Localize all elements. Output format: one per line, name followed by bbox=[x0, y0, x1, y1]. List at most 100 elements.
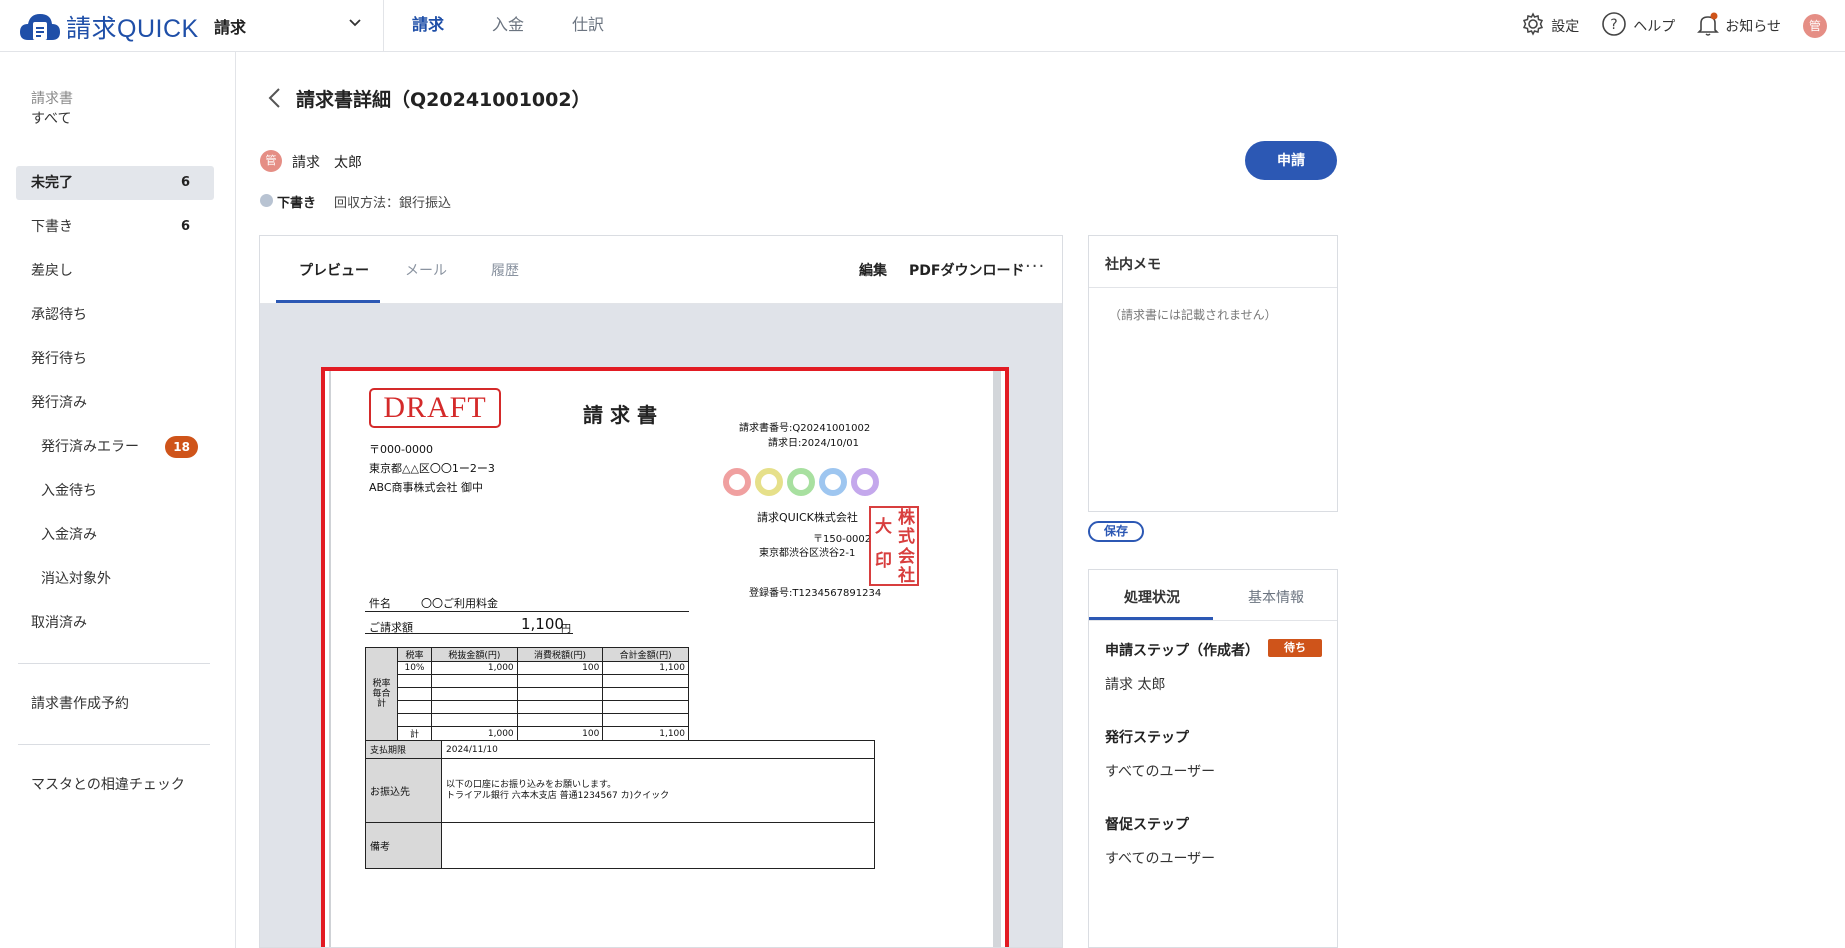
sidebar-item-returned[interactable]: 差戻し bbox=[16, 254, 214, 288]
logo-text: 請求QUICK bbox=[66, 15, 199, 43]
sidebar-item-draft[interactable]: 下書き 6 bbox=[16, 210, 214, 244]
seal-char: 印 bbox=[875, 551, 892, 571]
payment-info-table: 支払期限 2024/11/10 お振込先 以下の口座にお振り込みをお願いします。… bbox=[365, 740, 875, 869]
document-highlight-frame: DRAFT 請求書 請求書番号:Q20241001002 請求日:2024/10… bbox=[321, 367, 1009, 947]
apply-button[interactable]: 申請 bbox=[1245, 141, 1337, 180]
preview-panel: プレビュー メール 履歴 編集 PDFダウンロード ··· DRAFT 請求書 … bbox=[259, 235, 1063, 948]
notifications-label: お知らせ bbox=[1725, 19, 1781, 35]
back-arrow-icon[interactable] bbox=[265, 86, 285, 114]
sidebar-count: 6 bbox=[180, 219, 190, 234]
nav-tab-journal[interactable]: 仕訳 bbox=[548, 0, 628, 52]
sidebar-item-issued-error[interactable]: 発行済みエラー 18 bbox=[16, 430, 214, 464]
settings-label: 設定 bbox=[1551, 19, 1580, 35]
sidebar-item-paid[interactable]: 入金済み bbox=[16, 518, 214, 552]
seal-char: 式 bbox=[898, 527, 915, 547]
sidebar-item-label: 発行済み bbox=[31, 395, 87, 411]
more-options-icon[interactable]: ··· bbox=[1025, 256, 1045, 277]
seal-char: 大 bbox=[875, 517, 892, 537]
collection-method: 回収方法：銀行振込 bbox=[334, 196, 452, 211]
nav-tab-invoice[interactable]: 請求 bbox=[388, 0, 468, 52]
svg-text:?: ? bbox=[1611, 17, 1618, 33]
edit-button[interactable]: 編集 bbox=[859, 260, 887, 280]
notes-value bbox=[441, 822, 875, 869]
due-value: 2024/11/10 bbox=[441, 740, 875, 759]
step-user: すべてのユーザー bbox=[1105, 764, 1216, 780]
step-status-badge: 待ち bbox=[1268, 639, 1322, 657]
sidebar-item-excluded[interactable]: 消込対象外 bbox=[16, 562, 214, 596]
sidebar-item-cancelled[interactable]: 取消済み bbox=[16, 606, 214, 640]
sidebar-item-label: 発行待ち bbox=[31, 351, 87, 367]
sidebar-item-label: 差戻し bbox=[31, 263, 73, 279]
pdf-download-button[interactable]: PDFダウンロード bbox=[909, 260, 1024, 280]
help-link[interactable]: ? ヘルプ bbox=[1601, 11, 1675, 41]
memo-input[interactable]: （請求書には記載されません） bbox=[1109, 306, 1277, 323]
invoice-title: 請求書 bbox=[583, 403, 664, 427]
step-title: 発行ステップ bbox=[1105, 730, 1189, 746]
step-user: すべてのユーザー bbox=[1105, 851, 1216, 867]
preview-tabs: プレビュー メール 履歴 編集 PDFダウンロード ··· bbox=[260, 236, 1062, 304]
tab-basic-info[interactable]: 基本情報 bbox=[1248, 587, 1304, 607]
memo-save-button[interactable]: 保存 bbox=[1088, 521, 1144, 542]
tab-mail[interactable]: メール bbox=[405, 260, 447, 280]
amount-value: 1,100 bbox=[521, 615, 564, 633]
table-row bbox=[366, 700, 689, 714]
sidebar-item-incomplete[interactable]: 未完了 6 bbox=[16, 166, 214, 200]
main-nav: 請求 入金 仕訳 bbox=[388, 0, 628, 52]
chevron-down-icon bbox=[348, 14, 362, 33]
document-viewer[interactable]: DRAFT 請求書 請求書番号:Q20241001002 請求日:2024/10… bbox=[260, 304, 1062, 947]
app-switcher-value: 請求 bbox=[214, 18, 247, 37]
registration-number: 登録番号:T1234567891234 bbox=[749, 588, 882, 599]
amount-underline bbox=[365, 633, 573, 634]
notes-label: 備考 bbox=[365, 822, 442, 869]
sidebar-item-label: 承認待ち bbox=[31, 307, 87, 323]
seal-char: 会 bbox=[898, 547, 915, 567]
sidebar-item-label: 入金待ち bbox=[41, 483, 97, 499]
invoice-date: 請求日:2024/10/01 bbox=[768, 438, 860, 449]
table-cell: 1,000 bbox=[431, 726, 518, 741]
gear-icon bbox=[1521, 12, 1551, 40]
table-cell: 1,000 bbox=[431, 661, 518, 675]
sidebar-item-awaiting-approval[interactable]: 承認待ち bbox=[16, 298, 214, 332]
sidebar-item-label: 取消済み bbox=[31, 615, 87, 631]
error-count-badge: 18 bbox=[165, 436, 198, 458]
company-logo-rings bbox=[723, 468, 883, 496]
help-label: ヘルプ bbox=[1633, 19, 1676, 35]
issuer-address: 東京都渋谷区渋谷2-1 bbox=[759, 548, 856, 559]
sidebar-item-awaiting-issue[interactable]: 発行待ち bbox=[16, 342, 214, 376]
table-cell: 1,100 bbox=[602, 661, 689, 675]
status-panel: 処理状況 基本情報 申請ステップ（作成者） 待ち 請求 太郎 発行ステップ すべ… bbox=[1088, 569, 1338, 948]
tax-side-label: 税率毎合計 bbox=[365, 647, 398, 741]
memo-divider bbox=[1089, 287, 1337, 288]
sidebar-item-master-check[interactable]: マスタとの相違チェック bbox=[16, 768, 214, 802]
table-cell: 計 bbox=[397, 726, 432, 741]
memo-title: 社内メモ bbox=[1105, 257, 1161, 273]
app-switcher-select[interactable]: 請求 bbox=[214, 14, 364, 38]
nav-tab-payment[interactable]: 入金 bbox=[468, 0, 548, 52]
sidebar-item-issued[interactable]: 発行済み bbox=[16, 386, 214, 420]
app-logo[interactable]: 請求QUICK bbox=[18, 9, 199, 45]
sidebar-item-reservation[interactable]: 請求書作成予約 bbox=[16, 687, 214, 721]
tab-processing-status[interactable]: 処理状況 bbox=[1124, 587, 1180, 607]
sidebar-item-awaiting-payment[interactable]: 入金待ち bbox=[16, 474, 214, 508]
user-avatar[interactable]: 管 bbox=[1803, 14, 1827, 38]
table-header: 税率 bbox=[397, 647, 432, 662]
sidebar-count: 6 bbox=[180, 175, 190, 190]
settings-link[interactable]: 設定 bbox=[1521, 12, 1579, 40]
table-total-row: 計 1,000 100 1,100 bbox=[366, 726, 689, 741]
sidebar-item-label: 請求書作成予約 bbox=[31, 696, 129, 712]
sidebar-divider bbox=[18, 663, 210, 664]
sidebar: 請求書 すべて 未完了 6 下書き 6 差戻し 承認待ち 発行待ち 発行済み 発行済… bbox=[0, 52, 236, 948]
subject-label: 件名 bbox=[369, 597, 391, 610]
bell-icon bbox=[1697, 12, 1725, 40]
tab-preview[interactable]: プレビュー bbox=[299, 260, 369, 280]
creator-name: 請求 太郎 bbox=[292, 155, 362, 171]
sidebar-item-label: すべて bbox=[31, 111, 72, 127]
sidebar-divider bbox=[18, 744, 210, 745]
notifications-link[interactable]: お知らせ bbox=[1697, 12, 1781, 40]
tab-history[interactable]: 履歴 bbox=[491, 260, 519, 280]
draft-stamp: DRAFT bbox=[369, 388, 501, 428]
sidebar-item-all[interactable]: すべて bbox=[16, 102, 214, 136]
sidebar-item-label: 発行済みエラー bbox=[41, 439, 139, 455]
subject-value: 〇〇ご利用料金 bbox=[421, 597, 498, 610]
table-cell: 100 bbox=[516, 726, 604, 741]
